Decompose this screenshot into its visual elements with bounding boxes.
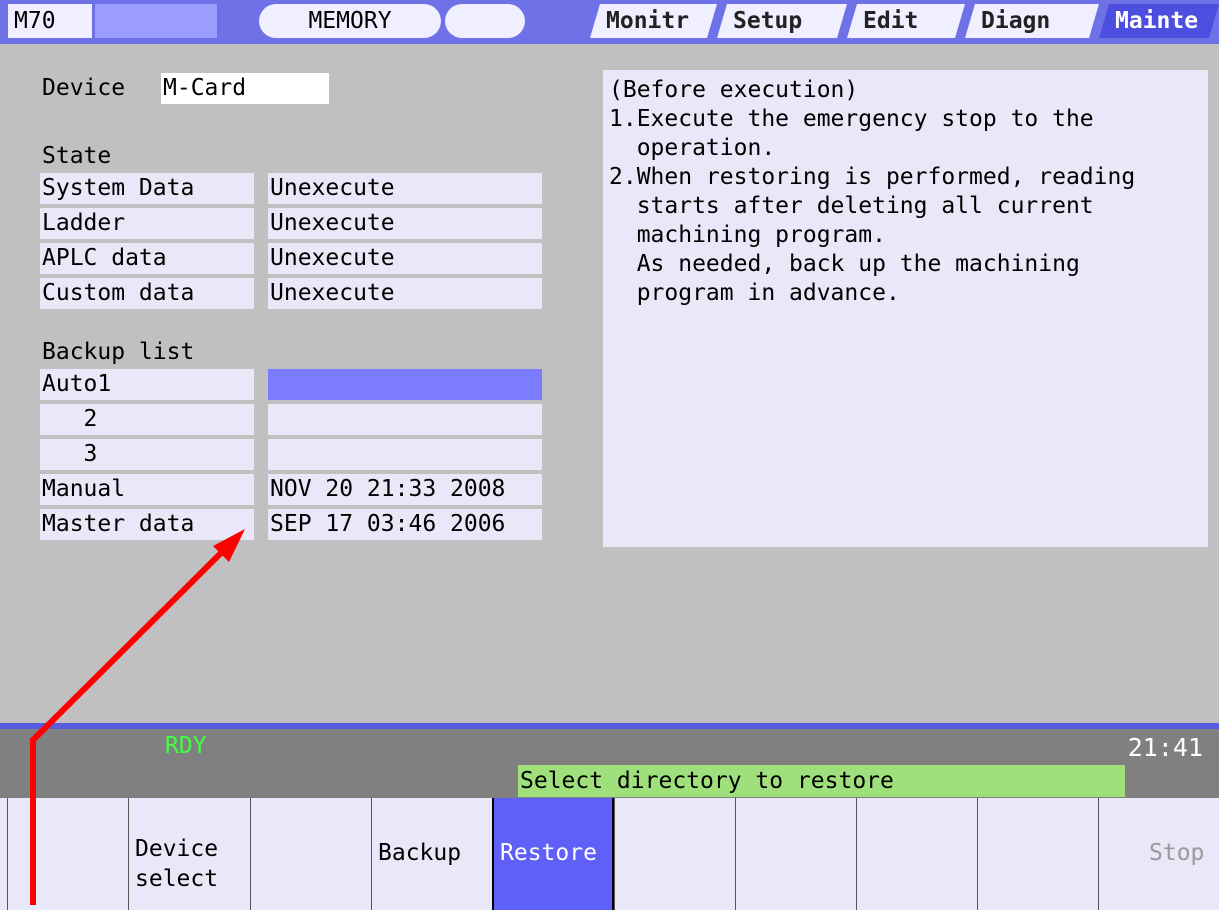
backup-value-master-data[interactable]: SEP 17 03:46 2006 — [268, 509, 542, 540]
stop-button-label: Stop — [1149, 840, 1205, 866]
device-select-button[interactable]: Device select — [128, 798, 250, 910]
state-name-aplc-data: APLC data — [40, 243, 254, 274]
header-bar: M70 MEMORY Monitr Setup Edit Diagn Maint… — [0, 0, 1219, 44]
state-value-aplc-data: Unexecute — [268, 243, 542, 274]
guidance-line: 1.Execute the emergency stop to the — [609, 106, 1094, 132]
soft-key-3[interactable] — [250, 798, 371, 910]
guidance-line: As needed, back up the machining — [609, 251, 1080, 277]
tab-monitr[interactable]: Monitr — [590, 4, 717, 38]
backup-name-manual[interactable]: Manual — [40, 474, 254, 505]
backup-value-manual[interactable]: NOV 20 21:33 2008 — [268, 474, 542, 505]
ready-indicator: RDY — [165, 733, 207, 759]
model-label: M70 — [8, 4, 92, 38]
soft-key-9[interactable] — [977, 798, 1098, 910]
state-name-custom-data: Custom data — [40, 278, 254, 309]
state-value-custom-data: Unexecute — [268, 278, 542, 309]
header-blank-field — [95, 4, 217, 38]
device-label: Device — [42, 75, 126, 101]
tab-diagn[interactable]: Diagn — [965, 4, 1099, 38]
guidance-line: machining program. — [609, 222, 886, 248]
backup-value-auto1[interactable] — [268, 369, 542, 400]
soft-key-7[interactable] — [735, 798, 856, 910]
backup-name-master-data[interactable]: Master data — [40, 509, 254, 540]
restore-button-label: Restore — [500, 840, 597, 866]
status-bar: RDY 21:41 Select directory to restore — [0, 729, 1219, 798]
guidance-line: starts after deleting all current — [609, 193, 1094, 219]
backup-button-label: Backup — [378, 840, 462, 866]
clock: 21:41 — [1127, 733, 1203, 762]
state-value-system-data: Unexecute — [268, 173, 542, 204]
stop-button[interactable]: Stop — [1098, 798, 1219, 910]
guidance-line: (Before execution) — [609, 77, 859, 103]
state-title: State — [42, 143, 112, 169]
device-select-label: Device select — [135, 836, 219, 892]
tab-mainte[interactable]: Mainte — [1099, 4, 1219, 38]
backup-name-auto3[interactable]: 3 — [40, 439, 254, 470]
soft-key-6[interactable] — [614, 798, 735, 910]
tab-setup[interactable]: Setup — [717, 4, 847, 38]
backup-value-auto3[interactable] — [268, 439, 542, 470]
guidance-line: program in advance. — [609, 280, 900, 306]
device-value[interactable]: M-Card — [161, 73, 329, 104]
operation-mode: MEMORY — [259, 4, 441, 38]
guidance-panel: (Before execution) 1.Execute the emergen… — [603, 70, 1208, 547]
soft-key-menu: Device select Backup Restore Stop — [0, 798, 1219, 910]
state-name-ladder: Ladder — [40, 208, 254, 239]
backup-button[interactable]: Backup — [371, 798, 492, 910]
guidance-line: operation. — [609, 135, 776, 161]
guidance-line: 2.When restoring is performed, reading — [609, 164, 1136, 190]
cnc-screen: M70 MEMORY Monitr Setup Edit Diagn Maint… — [0, 0, 1219, 910]
soft-key-1[interactable] — [7, 798, 128, 910]
restore-button[interactable]: Restore — [492, 798, 614, 910]
backup-value-auto2[interactable] — [268, 404, 542, 435]
operation-message: Select directory to restore — [518, 765, 1125, 797]
backup-name-auto2[interactable]: 2 — [40, 404, 254, 435]
soft-key-8[interactable] — [856, 798, 977, 910]
state-value-ladder: Unexecute — [268, 208, 542, 239]
header-blank-pill — [445, 4, 525, 38]
backup-name-auto1[interactable]: Auto1 — [40, 369, 254, 400]
tab-edit[interactable]: Edit — [847, 4, 965, 38]
backup-list-title: Backup list — [42, 339, 195, 365]
state-name-system-data: System Data — [40, 173, 254, 204]
